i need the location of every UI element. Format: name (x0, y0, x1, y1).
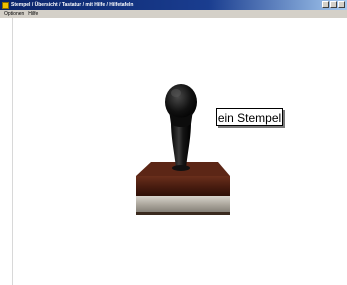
app-window: Stempel / Übersicht / Tastatur / mit Hil… (0, 0, 347, 285)
stamp-tooltip: ein Stempel (216, 108, 283, 126)
rubber-stamp-icon[interactable] (0, 0, 347, 285)
